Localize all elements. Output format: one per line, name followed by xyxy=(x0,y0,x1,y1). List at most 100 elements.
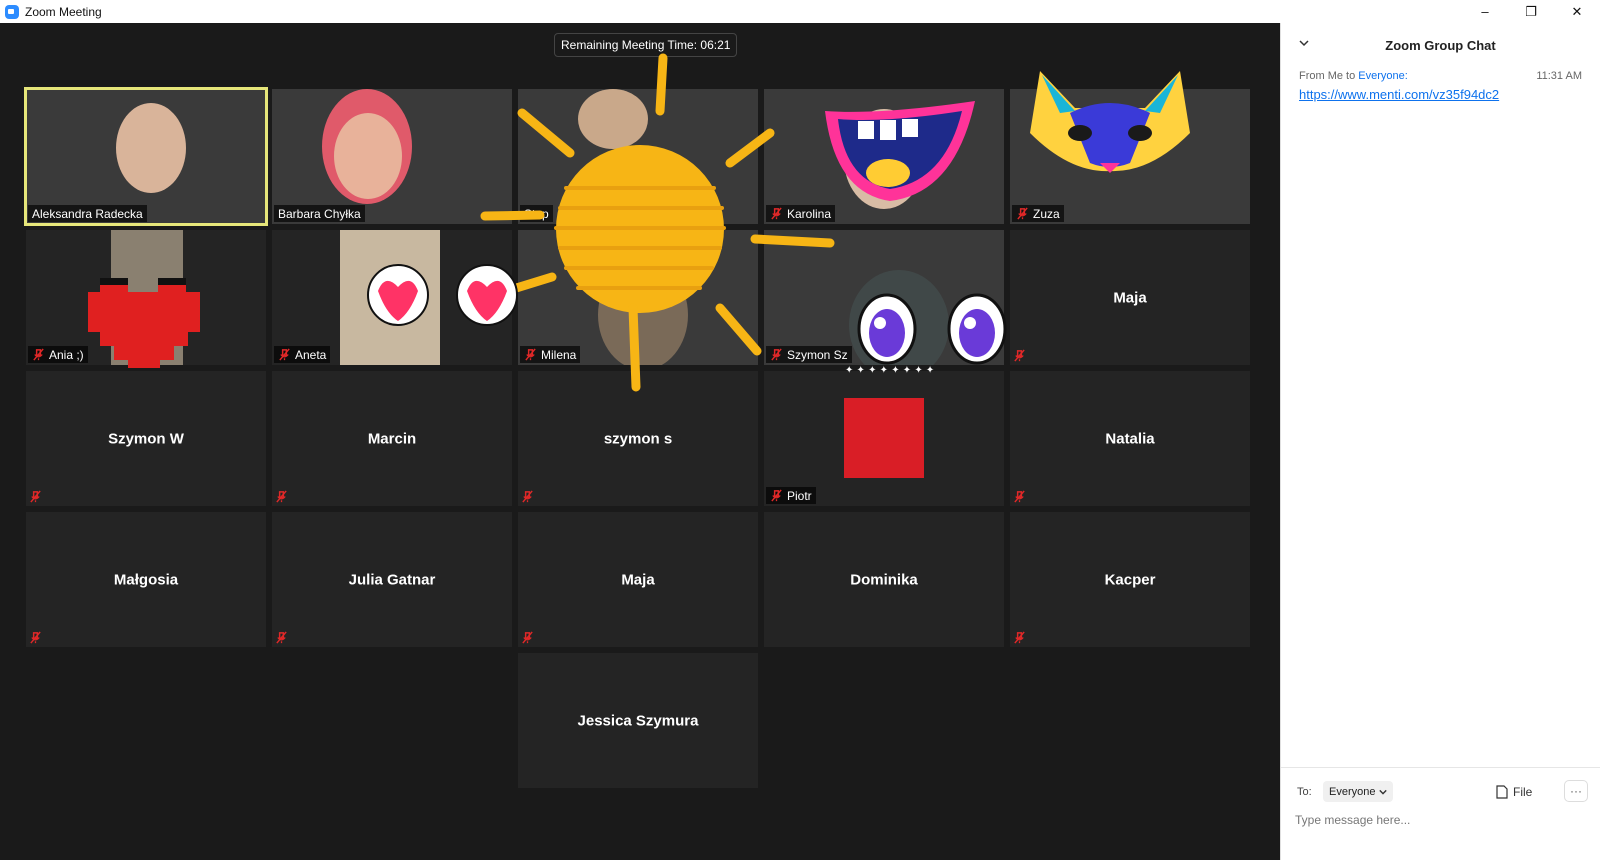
participant-name: Natalia xyxy=(1105,430,1155,447)
message-sender: From Me to xyxy=(1299,70,1356,82)
piotr-avatar xyxy=(844,398,924,478)
video-tile[interactable]: Maja xyxy=(1010,230,1250,365)
window-controls: – ❐ ✕ xyxy=(1462,0,1600,23)
minimize-button[interactable]: – xyxy=(1462,0,1508,23)
participant-video xyxy=(111,230,183,365)
muted-mic-icon xyxy=(30,631,41,644)
muted-mic-icon xyxy=(522,631,533,644)
participant-name: Jessica Szymura xyxy=(577,712,699,729)
video-tile[interactable]: Kacper xyxy=(1010,512,1250,647)
muted-mic-icon xyxy=(1017,207,1028,220)
video-tile[interactable]: Ania ;) xyxy=(26,230,266,365)
video-tile[interactable]: Piotr xyxy=(764,371,1004,506)
participant-name: szymon s xyxy=(603,430,673,447)
participant-face xyxy=(116,103,186,193)
message-recipient[interactable]: Everyone: xyxy=(1358,70,1408,82)
message-meta: From Me to Everyone: xyxy=(1299,70,1408,82)
recipient-dropdown[interactable]: Everyone xyxy=(1323,781,1394,802)
file-label: File xyxy=(1513,785,1533,799)
video-tile[interactable]: Natalia xyxy=(1010,371,1250,506)
muted-mic-icon xyxy=(1014,631,1025,644)
participant-name: Milena xyxy=(541,347,577,362)
video-tile[interactable]: szymon s xyxy=(518,371,758,506)
participant-name: Dominika xyxy=(850,571,918,588)
video-tile[interactable]: Stop xyxy=(518,89,758,224)
chat-composer: To: Everyone File ··· xyxy=(1281,767,1600,860)
participant-name: Aneta xyxy=(295,347,327,362)
video-tile[interactable]: Aneta xyxy=(272,230,512,365)
participant-face xyxy=(334,113,402,199)
participant-name: Szymon W xyxy=(108,430,184,447)
participant-face xyxy=(578,89,648,149)
participant-name: Aleksandra Radecka xyxy=(32,206,143,221)
participant-name-tag: Karolina xyxy=(766,205,836,222)
participant-face xyxy=(844,109,924,209)
window-title: Zoom Meeting xyxy=(25,4,102,19)
participant-name: Julia Gatnar xyxy=(348,571,436,588)
video-tile[interactable]: Szymon Sz xyxy=(764,230,1004,365)
participant-name: Ania ;) xyxy=(49,347,84,362)
participant-name-tag: Aneta xyxy=(274,346,331,363)
participant-name-tag: Milena xyxy=(520,346,581,363)
video-tile[interactable]: Karolina xyxy=(764,89,1004,224)
video-tile[interactable]: Marcin xyxy=(272,371,512,506)
participant-face xyxy=(598,260,688,365)
video-tile[interactable]: Jessica Szymura xyxy=(518,653,758,788)
more-options-button[interactable]: ··· xyxy=(1564,780,1588,802)
muted-mic-icon xyxy=(33,348,44,361)
file-button[interactable]: File xyxy=(1496,782,1532,802)
participant-name: Maja xyxy=(621,571,655,588)
zoom-app-icon xyxy=(5,4,19,19)
muted-mic-icon xyxy=(771,348,782,361)
muted-mic-icon xyxy=(30,490,41,503)
participant-face xyxy=(849,270,949,365)
chat-panel: Zoom Group Chat From Me to Everyone: 11:… xyxy=(1280,23,1600,860)
chevron-down-icon xyxy=(1379,789,1388,795)
restore-button[interactable]: ❐ xyxy=(1508,0,1554,23)
muted-mic-icon xyxy=(276,490,287,503)
muted-mic-icon xyxy=(279,348,290,361)
file-icon xyxy=(1496,785,1508,799)
participant-name: Piotr xyxy=(787,488,812,503)
to-label: To: xyxy=(1297,786,1312,798)
participant-name: Zuza xyxy=(1033,206,1060,221)
participant-name: Szymon Sz xyxy=(787,347,848,362)
participant-name: Barbara Chyłka xyxy=(278,206,361,221)
video-tile[interactable]: Maja xyxy=(518,512,758,647)
close-button[interactable]: ✕ xyxy=(1554,0,1600,23)
participant-name-tag: Szymon Sz xyxy=(766,346,852,363)
participant-name-tag: Barbara Chyłka xyxy=(274,205,365,222)
video-tile[interactable]: Małgosia xyxy=(26,512,266,647)
message-input[interactable] xyxy=(1295,808,1585,832)
participant-name: Kacper xyxy=(1104,571,1156,588)
video-tile[interactable]: Aleksandra Radecka xyxy=(24,87,268,226)
chat-title: Zoom Group Chat xyxy=(1385,37,1496,53)
muted-mic-icon xyxy=(1014,349,1025,362)
chat-header: Zoom Group Chat xyxy=(1281,23,1600,67)
video-tile[interactable]: Barbara Chyłka xyxy=(272,89,512,224)
title-bar: Zoom Meeting – ❐ ✕ xyxy=(0,0,1600,23)
participant-name: Stop xyxy=(524,206,549,221)
muted-mic-icon xyxy=(276,631,287,644)
chevron-down-icon[interactable] xyxy=(1299,38,1309,48)
participant-name: Małgosia xyxy=(113,571,179,588)
video-tile[interactable]: Dominika xyxy=(764,512,1004,647)
muted-mic-icon xyxy=(771,207,782,220)
video-tile[interactable]: Szymon W xyxy=(26,371,266,506)
participant-name-tag: Piotr xyxy=(766,487,816,504)
video-tile[interactable]: Milena xyxy=(518,230,758,365)
participant-name: Marcin xyxy=(367,430,417,447)
participant-name-tag: Zuza xyxy=(1012,205,1064,222)
participant-name: Maja xyxy=(1113,289,1147,306)
muted-mic-icon xyxy=(522,490,533,503)
video-tile[interactable]: Zuza xyxy=(1010,89,1250,224)
video-tile[interactable]: Julia Gatnar xyxy=(272,512,512,647)
message-time: 11:31 AM xyxy=(1536,70,1582,82)
message-link[interactable]: https://www.menti.com/vz35f94dc2 xyxy=(1299,87,1499,102)
participant-video xyxy=(340,230,440,365)
participant-name-tag: Aleksandra Radecka xyxy=(28,205,147,222)
muted-mic-icon xyxy=(1014,490,1025,503)
recipient-value: Everyone xyxy=(1329,785,1376,798)
participant-name: Karolina xyxy=(787,206,832,221)
muted-mic-icon xyxy=(525,348,536,361)
